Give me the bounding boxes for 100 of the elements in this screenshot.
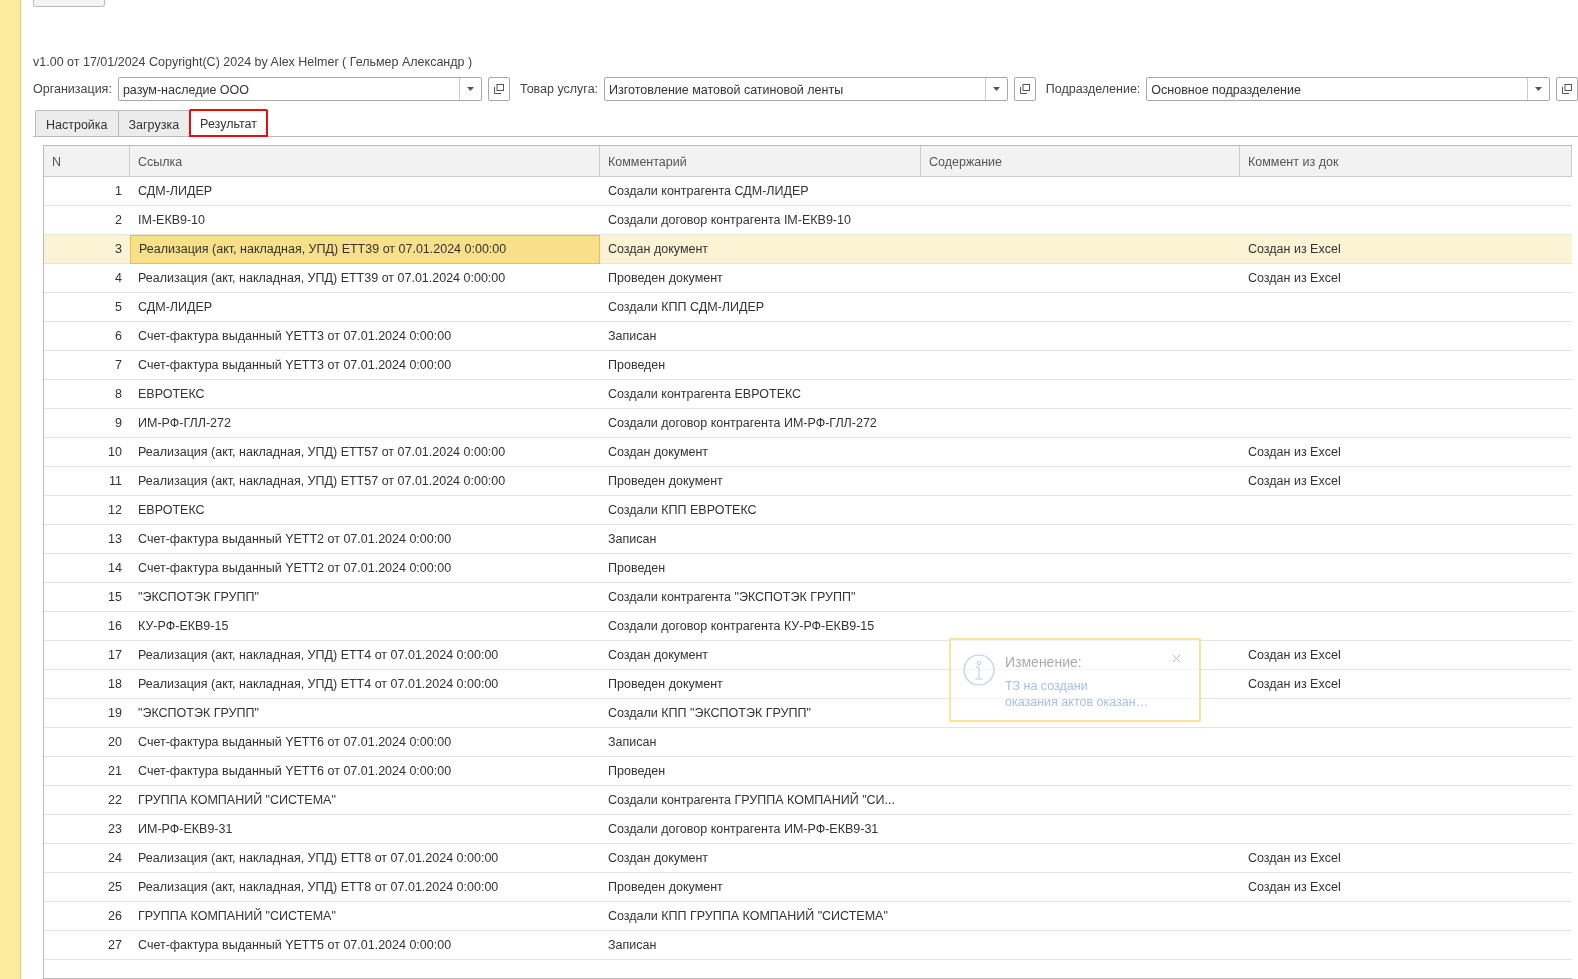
link-cell[interactable]: ИМ-РФ-ГЛЛ-272 (130, 409, 600, 438)
dropdown-field[interactable]: разум-наследие ООО (117, 77, 483, 101)
link-cell[interactable]: СДМ-ЛИДЕР (130, 177, 600, 206)
tab[interactable]: Результат (189, 109, 268, 137)
doc-comment-cell: Создан из Excel (1240, 641, 1572, 670)
row-number: 1 (44, 177, 130, 206)
comment-cell: Записан (600, 525, 921, 554)
row-number: 25 (44, 873, 130, 902)
row-number: 9 (44, 409, 130, 438)
doc-comment-cell: Создан из Excel (1240, 235, 1572, 264)
open-window-icon (494, 84, 505, 94)
row-number: 24 (44, 844, 130, 873)
open-button[interactable] (1556, 77, 1578, 101)
row-number: 20 (44, 728, 130, 757)
comment-cell: Проведен (600, 757, 921, 786)
comment-cell: Проведен (600, 554, 921, 583)
link-cell[interactable]: Реализация (акт, накладная, УПД) ЕТТ8 от 07.01.2024 0:00:00 (130, 844, 600, 873)
link-cell[interactable]: ГРУППА КОМПАНИЙ "СИСТЕМА" (130, 786, 600, 815)
open-window-icon (1019, 84, 1030, 94)
column-header[interactable]: Комментарий (600, 146, 921, 177)
comment-cell: Создан документ (600, 235, 921, 264)
row-number: 7 (44, 351, 130, 380)
comment-cell: Создали договор контрагента КУ-РФ-ЕКВ9-15 (600, 612, 921, 641)
selected-cell[interactable]: Реализация (акт, накладная, УПД) ЕТТ39 от 07.01.2024 0:00:00 (130, 235, 600, 264)
doc-comment-cell: Создан из Excel (1240, 670, 1572, 699)
row-number: 23 (44, 815, 130, 844)
link-cell[interactable]: Счет-фактура выданный YETT6 от 07.01.2024 0:00:00 (130, 757, 600, 786)
link-cell[interactable]: Реализация (акт, накладная, УПД) ЕТТ57 от 07.01.2024 0:00:00 (130, 438, 600, 467)
dropdown-field[interactable]: Основное подразделение (1146, 77, 1551, 101)
comment-cell: Записан (600, 728, 921, 757)
comment-cell: Создали КПП СДМ-ЛИДЕР (600, 293, 921, 322)
column-header[interactable]: Коммент из док (1240, 146, 1572, 177)
comment-cell: Проведен документ (600, 873, 921, 902)
link-cell[interactable]: Реализация (акт, накладная, УПД) ЕТТ4 от 07.01.2024 0:00:00 (130, 670, 600, 699)
column-header[interactable]: N (44, 146, 130, 177)
comment-cell: Записан (600, 322, 921, 351)
link-cell[interactable]: Счет-фактура выданный YETT2 от 07.01.2024 0:00:00 (130, 525, 600, 554)
open-button[interactable] (488, 77, 510, 101)
link-cell[interactable]: Счет-фактура выданный YETT3 от 07.01.2024 0:00:00 (130, 351, 600, 380)
link-cell[interactable]: ЕВРОТЕКС (130, 496, 600, 525)
version-text: v1.00 от 17/01/2024 Copyright(C) 2024 by Alex Helmer ( Гельмер Александр ) (33, 54, 474, 69)
link-cell[interactable]: Реализация (акт, накладная, УПД) ЕТТ39 от 07.01.2024 0:00:00 (130, 264, 600, 293)
notification-title: Изменение: (1005, 653, 1082, 672)
comment-cell: Создали контрагента "ЭКСПОТЭК ГРУПП" (600, 583, 921, 612)
link-cell[interactable]: ЕВРОТЕКС (130, 380, 600, 409)
comment-cell: Проведен (600, 351, 921, 380)
caret-icon (467, 87, 475, 91)
comment-cell: Создали КПП ЕВРОТЕКС (600, 496, 921, 525)
link-cell[interactable]: "ЭКСПОТЭК ГРУПП" (130, 699, 600, 728)
open-window-icon (1562, 84, 1573, 94)
link-cell[interactable]: Счет-фактура выданный YETT5 от 07.01.2024 0:00:00 (130, 931, 600, 960)
link-cell[interactable]: Счет-фактура выданный YETT3 от 07.01.2024 0:00:00 (130, 322, 600, 351)
comment-cell: Создали контрагента ЕВРОТЕКС (600, 380, 921, 409)
link-cell[interactable]: Реализация (акт, накладная, УПД) ЕТТ4 от 07.01.2024 0:00:00 (130, 641, 600, 670)
row-number: 5 (44, 293, 130, 322)
row-number: 21 (44, 757, 130, 786)
column-header[interactable]: Содержание (921, 146, 1240, 177)
row-number: 22 (44, 786, 130, 815)
link-cell[interactable]: Счет-фактура выданный YETT2 от 07.01.2024 0:00:00 (130, 554, 600, 583)
tab[interactable]: Настройка (35, 110, 119, 136)
row-number: 4 (44, 264, 130, 293)
link-cell[interactable]: "ЭКСПОТЭК ГРУПП" (130, 583, 600, 612)
row-number: 19 (44, 699, 130, 728)
field-label: Подразделение: (1045, 80, 1141, 98)
comment-cell: Проведен документ (600, 264, 921, 293)
row-number: 27 (44, 931, 130, 960)
doc-comment-cell: Создан из Excel (1240, 438, 1572, 467)
comment-cell: Проведен документ (600, 670, 921, 699)
link-cell[interactable]: ИМ-РФ-ЕКВ9-31 (130, 815, 600, 844)
doc-comment-cell: Создан из Excel (1240, 264, 1572, 293)
field-label: Организация: (33, 80, 112, 98)
comment-cell: Создали КПП "ЭКСПОТЭК ГРУПП" (600, 699, 921, 728)
link-cell[interactable]: Реализация (акт, накладная, УПД) ЕТТ57 от 07.01.2024 0:00:00 (130, 467, 600, 496)
comment-cell: Создан документ (600, 844, 921, 873)
row-number: 8 (44, 380, 130, 409)
doc-comment-cell: Создан из Excel (1240, 844, 1572, 873)
link-cell[interactable]: Реализация (акт, накладная, УПД) ЕТТ8 от 07.01.2024 0:00:00 (130, 873, 600, 902)
open-button[interactable] (1013, 77, 1036, 101)
row-number: 13 (44, 525, 130, 554)
link-cell[interactable]: ГРУППА КОМПАНИЙ "СИСТЕМА" (130, 902, 600, 931)
link-cell[interactable]: Счет-фактура выданный YETT6 от 07.01.2024 0:00:00 (130, 728, 600, 757)
link-cell[interactable]: КУ-РФ-ЕКВ9-15 (130, 612, 600, 641)
caret-icon (1535, 87, 1543, 91)
tab[interactable]: Загрузка (117, 110, 191, 136)
row-number: 17 (44, 641, 130, 670)
comment-cell: Создали договор контрагента ИМ-РФ-ЕКВ9-31 (600, 815, 921, 844)
row-number: 16 (44, 612, 130, 641)
link-cell[interactable]: СДМ-ЛИДЕР (130, 293, 600, 322)
row-number: 15 (44, 583, 130, 612)
comment-cell: Создали контрагента ГРУППА КОМПАНИЙ "СИ... (600, 786, 921, 815)
comment-cell: Создан документ (600, 438, 921, 467)
comment-cell: Создан документ (600, 641, 921, 670)
comment-cell: Создали договор контрагента ИМ-РФ-ГЛЛ-272 (600, 409, 921, 438)
row-number: 11 (44, 467, 130, 496)
comment-cell: Создали контрагента СДМ-ЛИДЕР (600, 177, 921, 206)
column-header[interactable]: Ссылка (130, 146, 600, 177)
dropdown-field[interactable]: Изготовление матовой сатиновой ленты (604, 77, 1008, 101)
comment-cell: Записан (600, 931, 921, 960)
row-number: 6 (44, 322, 130, 351)
comment-cell: Проведен документ (600, 467, 921, 496)
